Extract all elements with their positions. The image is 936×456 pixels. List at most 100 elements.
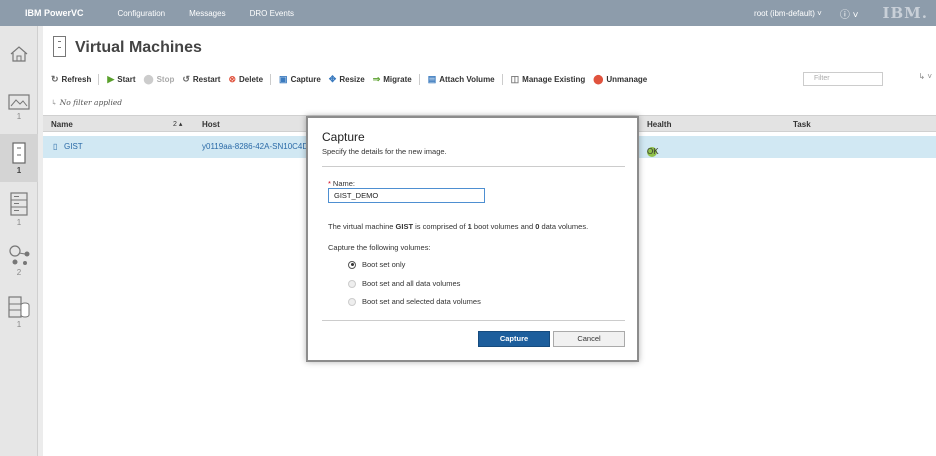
radio-label: Boot set only — [362, 260, 406, 269]
delete-button[interactable]: ⊗ Delete — [228, 74, 263, 85]
restart-icon: ↺ — [182, 73, 190, 84]
refresh-icon: ↻ — [51, 73, 59, 84]
rail-images-count: 1 — [16, 112, 22, 121]
rail-images[interactable]: 1 — [0, 88, 38, 132]
health-label: OK — [647, 147, 659, 156]
rail-hosts-count: 1 — [16, 218, 22, 227]
rail-networks[interactable]: 2 — [0, 238, 38, 286]
toolbar-divider — [98, 73, 100, 85]
rail-home[interactable] — [0, 40, 38, 74]
radio-label: Boot set and all data volumes — [362, 279, 461, 288]
resize-button[interactable]: ✥ Resize — [329, 74, 365, 85]
dialog-info: The virtual machine GIST is comprised of… — [328, 222, 588, 231]
migrate-label: Migrate — [383, 74, 412, 84]
column-health[interactable]: Health — [647, 120, 671, 129]
restart-label: Restart — [192, 74, 221, 84]
filter-status-icon: ↳ — [51, 98, 58, 107]
info-mid-2: boot volumes and — [471, 222, 536, 231]
top-right: root (ibm-default) ˅ ⓘ ˅ IBM. — [754, 0, 936, 26]
stop-label: Stop — [156, 74, 175, 84]
radio-label: Boot set and selected data volumes — [362, 297, 481, 306]
dialog-subtitle: Specify the details for the new image. — [322, 147, 447, 156]
unmanage-button[interactable]: ⬤ Unmanage — [593, 74, 647, 85]
manage-existing-button[interactable]: ◫ Manage Existing — [511, 74, 586, 85]
image-name-input[interactable] — [328, 188, 485, 203]
info-prefix: The virtual machine — [328, 222, 396, 231]
storage-icon — [8, 296, 30, 318]
capture-submit-button[interactable]: Capture — [478, 331, 550, 347]
start-label: Start — [117, 74, 136, 84]
radio-selected-icon — [348, 260, 356, 269]
help-icon[interactable]: ⓘ ˅ — [840, 6, 859, 21]
radio-boot-set-selected-data[interactable]: Boot set and selected data volumes — [348, 297, 481, 306]
radio-boot-set-all-data[interactable]: Boot set and all data volumes — [348, 279, 460, 288]
start-button[interactable]: ▶ Start — [107, 74, 135, 85]
sort-indicator[interactable]: 2 ▴ — [173, 120, 182, 128]
play-icon: ▶ — [107, 73, 115, 84]
vm-host-link[interactable]: y0119aa-8286-42A-SN10C4D — [202, 142, 308, 151]
home-icon — [10, 46, 28, 62]
restart-button[interactable]: ↺ Restart — [182, 74, 220, 85]
filter-status: ↳ No filter applied — [51, 98, 122, 107]
rail-networks-count: 2 — [16, 268, 22, 277]
host-icon — [10, 192, 28, 216]
nav-dro-events[interactable]: DRO Events — [250, 9, 294, 18]
dialog-divider — [322, 320, 625, 321]
filter-status-text: No filter applied — [59, 98, 123, 107]
toolbar-divider — [501, 73, 503, 85]
rail-virtual-machines[interactable]: 1 — [0, 134, 38, 182]
capture-dialog: Capture Specify the details for the new … — [306, 116, 639, 362]
stop-icon: ⬤ — [143, 73, 154, 84]
required-marker: * — [328, 179, 331, 188]
capture-button[interactable]: ▣ Capture — [279, 74, 321, 85]
info-vm-name: GIST — [395, 222, 414, 231]
info-mid-1: is comprised of — [413, 222, 468, 231]
rail-hosts[interactable]: 1 — [0, 188, 38, 232]
vm-row-icon: ▯ — [53, 142, 58, 151]
top-nav: Configuration Messages DRO Events — [94, 9, 295, 18]
virtual-machine-icon — [53, 36, 66, 57]
cancel-button[interactable]: Cancel — [553, 331, 625, 347]
name-field-label: * Name: — [328, 179, 355, 188]
attach-volume-label: Attach Volume — [439, 74, 495, 84]
ibm-logo: IBM. — [882, 4, 928, 22]
filter-input[interactable]: Filter — [803, 72, 883, 86]
refresh-button[interactable]: ↻ Refresh — [51, 74, 91, 85]
delete-label: Delete — [239, 74, 264, 84]
unmanage-label: Unmanage — [606, 74, 648, 84]
radio-boot-set-only[interactable]: Boot set only — [348, 260, 405, 269]
info-suffix: data volumes. — [539, 222, 589, 231]
filter-options-icon[interactable]: ↳ ˅ — [918, 72, 932, 81]
page-title: Virtual Machines — [75, 39, 202, 56]
refresh-label: Refresh — [61, 74, 92, 84]
rail-storage[interactable]: 1 — [0, 292, 38, 336]
column-name[interactable]: Name — [51, 120, 73, 129]
dialog-divider — [322, 166, 625, 167]
attach-volume-icon: ▤ — [427, 73, 437, 84]
rail-storage-count: 1 — [16, 320, 22, 329]
column-host[interactable]: Host — [202, 120, 220, 129]
left-rail: 1 1 1 2 1 — [0, 26, 38, 456]
column-task[interactable]: Task — [793, 120, 811, 129]
nav-messages[interactable]: Messages — [189, 9, 225, 18]
brand-label: IBM PowerVC — [25, 8, 84, 18]
capture-icon: ▣ — [279, 73, 288, 84]
radio-unselected-icon — [348, 297, 356, 306]
stop-button[interactable]: ⬤ Stop — [144, 74, 175, 85]
radio-unselected-icon — [348, 279, 356, 288]
rail-vm-count: 1 — [16, 166, 22, 175]
vm-name-link[interactable]: GIST — [64, 142, 83, 151]
nav-configuration[interactable]: Configuration — [118, 9, 166, 18]
attach-volume-button[interactable]: ▤ Attach Volume — [428, 74, 495, 85]
manage-existing-label: Manage Existing — [522, 74, 586, 84]
capture-label: Capture — [290, 74, 321, 84]
manage-existing-icon: ◫ — [510, 73, 520, 84]
delete-icon: ⊗ — [228, 73, 237, 84]
image-icon — [8, 94, 30, 110]
migrate-button[interactable]: ⇒ Migrate — [373, 74, 412, 85]
resize-icon: ✥ — [328, 73, 337, 84]
migrate-icon: ⇒ — [372, 73, 381, 84]
user-menu[interactable]: root (ibm-default) ˅ — [754, 9, 822, 18]
toolbar: ↻ Refresh ▶ Start ⬤ Stop ↺ Restart ⊗ Delete ▣… — [43, 72, 936, 86]
virtual-machine-icon — [12, 142, 26, 164]
